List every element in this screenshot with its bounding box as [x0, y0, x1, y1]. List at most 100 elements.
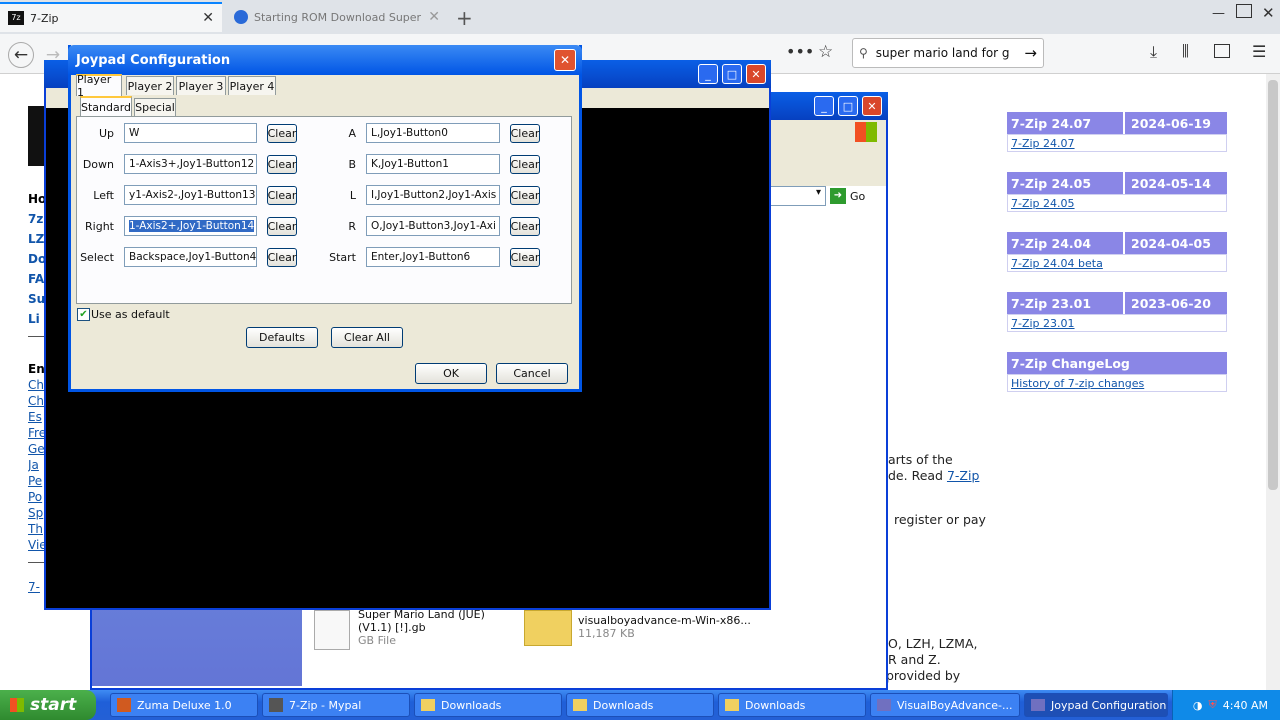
- tab-player-4[interactable]: Player 4: [228, 76, 276, 95]
- tab-standard[interactable]: Standard: [80, 96, 132, 117]
- shield-icon[interactable]: ⛨: [1209, 698, 1217, 712]
- release-date: 2023-06-20: [1131, 295, 1211, 311]
- minimize-icon[interactable]: —: [1212, 6, 1225, 21]
- defaults-button[interactable]: Defaults: [246, 327, 318, 348]
- bookmark-star-icon[interactable]: ☆: [818, 42, 833, 62]
- clear-b-button[interactable]: Clear: [510, 155, 540, 174]
- key-value: L,Joy1-Button0: [371, 127, 448, 139]
- key-field-select[interactable]: Backspace,Joy1-Button4: [124, 247, 257, 267]
- page-text: O, LZH, LZMA,: [888, 636, 978, 651]
- key-field-l[interactable]: I,Joy1-Button2,Joy1-Axis: [366, 185, 500, 205]
- 7zip-license-link[interactable]: 7-Zip: [947, 468, 979, 483]
- task-label: Downloads: [441, 698, 502, 712]
- go-arrow-icon: ➜: [830, 188, 846, 204]
- task-label: Downloads: [593, 698, 654, 712]
- maximize-icon[interactable]: □: [722, 64, 742, 84]
- key-field-right[interactable]: 1-Axis2+,Joy1-Button14: [124, 216, 257, 236]
- key-label-up: Up: [98, 127, 114, 140]
- taskbar-item-visualboyadvance[interactable]: VisualBoyAdvance-...: [870, 693, 1020, 717]
- library-icon[interactable]: ⫼: [1182, 42, 1189, 60]
- key-field-r[interactable]: O,Joy1-Button3,Joy1-Axi: [366, 216, 500, 236]
- tab-player-1[interactable]: Player 1: [76, 73, 122, 99]
- task-label: Downloads: [745, 698, 806, 712]
- key-field-a[interactable]: L,Joy1-Button0: [366, 123, 500, 143]
- back-arrow-icon[interactable]: ←: [8, 42, 34, 68]
- key-value: K,Joy1-Button1: [371, 158, 449, 170]
- cancel-button[interactable]: Cancel: [496, 363, 568, 384]
- key-label-right: Right: [85, 220, 114, 233]
- use-default-checkbox[interactable]: ✔: [77, 308, 90, 321]
- clear-left-button[interactable]: Clear: [267, 186, 297, 205]
- file-item[interactable]: visualboyadvance-m-Win-x86... 11,187 KB: [578, 614, 758, 640]
- page-text: arts of the: [888, 452, 953, 467]
- search-input[interactable]: ⚲ super mario land for g →: [852, 38, 1044, 68]
- release-box: 7-Zip 24.04 2024-04-05 7-Zip 24.04 beta: [1007, 232, 1227, 272]
- gb-file-icon[interactable]: [314, 610, 350, 650]
- key-label-down: Down: [82, 158, 114, 171]
- key-field-b[interactable]: K,Joy1-Button1: [366, 154, 500, 174]
- file-item[interactable]: Super Mario Land (JUE) (V1.1) [!].gb GB …: [358, 608, 518, 647]
- release-link[interactable]: 7-Zip 24.04 beta: [1007, 254, 1227, 272]
- sidebar-toggle-icon[interactable]: [1214, 44, 1230, 58]
- taskbar-item-downloads[interactable]: Downloads: [718, 693, 866, 717]
- clear-up-button[interactable]: Clear: [267, 124, 297, 143]
- release-link[interactable]: 7-Zip 23.01: [1007, 314, 1227, 332]
- clear-start-button[interactable]: Clear: [510, 248, 540, 267]
- close-icon[interactable]: ✕: [862, 96, 882, 116]
- minimize-icon[interactable]: _: [814, 96, 834, 116]
- close-tab-icon[interactable]: ✕: [428, 9, 440, 25]
- clear-l-button[interactable]: Clear: [510, 186, 540, 205]
- folder-icon: [421, 699, 435, 711]
- clear-r-button[interactable]: Clear: [510, 217, 540, 236]
- key-field-left[interactable]: y1-Axis2-,Joy1-Button13: [124, 185, 257, 205]
- key-value: O,Joy1-Button3,Joy1-Axi: [371, 220, 496, 232]
- go-button[interactable]: ➜ Go: [830, 186, 880, 206]
- tab-player-2[interactable]: Player 2: [126, 76, 174, 95]
- page-scrollbar-thumb[interactable]: [1268, 80, 1278, 490]
- new-tab-icon[interactable]: +: [456, 6, 473, 30]
- release-box: 7-Zip 23.01 2023-06-20 7-Zip 23.01: [1007, 292, 1227, 332]
- tab-player-3[interactable]: Player 3: [176, 76, 226, 95]
- clear-down-button[interactable]: Clear: [267, 155, 297, 174]
- taskbar-item-downloads[interactable]: Downloads: [566, 693, 714, 717]
- close-icon[interactable]: ✕: [554, 49, 576, 71]
- tab-7zip[interactable]: 7z 7-Zip ✕: [0, 2, 222, 32]
- maximize-icon[interactable]: □: [838, 96, 858, 116]
- taskbar-item-zuma[interactable]: Zuma Deluxe 1.0: [110, 693, 258, 717]
- search-go-arrow-icon[interactable]: →: [1024, 44, 1037, 62]
- clear-all-button[interactable]: Clear All: [331, 327, 403, 348]
- taskbar-item-joypad-configuration[interactable]: Joypad Configuration: [1024, 693, 1168, 717]
- maximize-icon[interactable]: [1236, 4, 1252, 18]
- key-field-start[interactable]: Enter,Joy1-Button6: [366, 247, 500, 267]
- address-dropdown-arrow-icon[interactable]: ▾: [770, 186, 826, 206]
- ellipsis-icon[interactable]: •••: [786, 42, 814, 61]
- close-icon[interactable]: ✕: [746, 64, 766, 84]
- page-text: de. Read 7-Zip: [888, 468, 979, 483]
- clear-select-button[interactable]: Clear: [267, 248, 297, 267]
- hamburger-menu-icon[interactable]: ☰: [1252, 42, 1266, 61]
- start-button[interactable]: start: [0, 690, 96, 720]
- key-field-down[interactable]: 1-Axis3+,Joy1-Button12: [124, 154, 257, 174]
- network-icon[interactable]: ◑: [1193, 699, 1203, 712]
- clock[interactable]: 4:40 AM: [1223, 699, 1268, 712]
- system-tray: ◑ ⛨ 4:40 AM: [1172, 690, 1280, 720]
- close-window-icon[interactable]: ✕: [1262, 4, 1275, 22]
- tab-special[interactable]: Special: [134, 98, 176, 116]
- release-link[interactable]: 7-Zip 24.07: [1007, 134, 1227, 152]
- key-field-up[interactable]: W: [124, 123, 257, 143]
- ok-button[interactable]: OK: [415, 363, 487, 384]
- tab-rom-download[interactable]: Starting ROM Download Super Ma ✕: [226, 2, 448, 32]
- release-link[interactable]: 7-Zip 24.05: [1007, 194, 1227, 212]
- file-size: 11,187 KB: [578, 627, 635, 640]
- download-icon[interactable]: ⤓: [1150, 42, 1157, 62]
- 7zip-favicon-icon: 7z: [8, 11, 24, 25]
- clear-right-button[interactable]: Clear: [267, 217, 297, 236]
- minimize-icon[interactable]: _: [698, 64, 718, 84]
- zip-folder-icon[interactable]: [524, 610, 572, 646]
- page-text: R and Z.: [888, 652, 941, 667]
- changelog-link[interactable]: History of 7-zip changes: [1007, 374, 1227, 392]
- taskbar-item-downloads[interactable]: Downloads: [414, 693, 562, 717]
- clear-a-button[interactable]: Clear: [510, 124, 540, 143]
- close-tab-icon[interactable]: ✕: [202, 10, 214, 26]
- taskbar-item-7zip-mypal[interactable]: 7-Zip - Mypal: [262, 693, 410, 717]
